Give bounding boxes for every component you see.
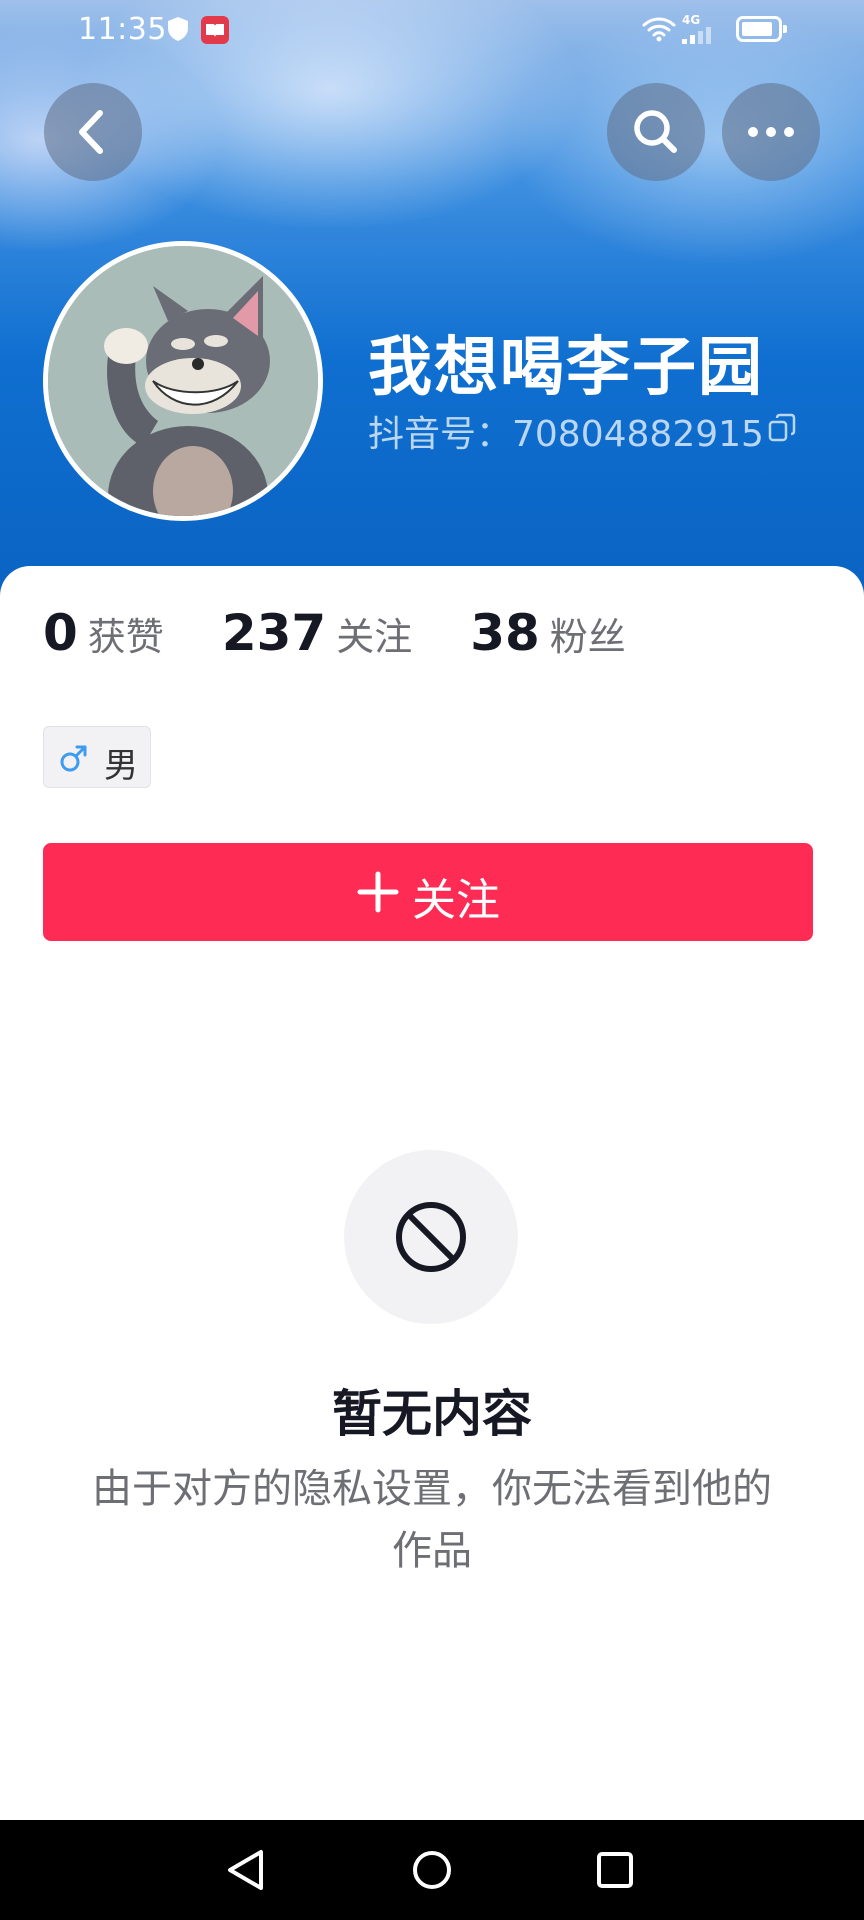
- book-app-icon: [201, 16, 229, 44]
- nav-back-icon[interactable]: [197, 1820, 297, 1920]
- stat-following[interactable]: 237 关注: [222, 604, 412, 662]
- battery-icon: [736, 16, 787, 42]
- more-dots-icon: [748, 127, 794, 137]
- stat-value: 237: [221, 604, 327, 662]
- stat-label: 获赞: [87, 615, 164, 659]
- signal-icon: [682, 27, 711, 44]
- follow-button[interactable]: 关注: [43, 843, 813, 941]
- wifi-icon: [642, 17, 676, 42]
- stats-row: 0 获赞 237 关注 38 粉丝: [43, 604, 684, 674]
- gender-tag: 男: [43, 726, 151, 788]
- plus-icon: [357, 871, 399, 913]
- blocked-icon: [396, 1202, 466, 1272]
- douyin-id: 抖音号：70804882915: [368, 414, 764, 455]
- stat-value: 38: [470, 604, 540, 662]
- chevron-left-icon: [79, 110, 103, 154]
- empty-state-description: 由于对方的隐私设置，你无法看到他的作品: [92, 1466, 772, 1574]
- status-bar: 11:35 4G: [0, 0, 864, 62]
- username: 我想喝李子园: [368, 331, 764, 405]
- stat-likes[interactable]: 0 获赞: [43, 604, 164, 662]
- system-nav-bar: [0, 1820, 864, 1920]
- avatar[interactable]: [43, 241, 323, 521]
- stat-label: 粉丝: [549, 615, 626, 659]
- stat-label: 关注: [336, 615, 413, 659]
- stat-followers[interactable]: 38 粉丝: [470, 604, 626, 662]
- copy-icon[interactable]: [766, 412, 798, 444]
- stat-value: 0: [43, 604, 78, 662]
- search-button[interactable]: [607, 83, 705, 181]
- nav-home-icon[interactable]: [382, 1820, 482, 1920]
- shield-icon: [168, 17, 188, 41]
- gender-label: 男: [104, 746, 138, 786]
- cartoon-cat-avatar: [48, 246, 318, 516]
- nav-recents-icon[interactable]: [565, 1820, 665, 1920]
- search-icon: [634, 110, 677, 153]
- network-type: 4G: [682, 13, 701, 27]
- empty-state-icon-bg: [344, 1150, 518, 1324]
- follow-label: 关注: [412, 875, 500, 926]
- empty-state-title: 暂无内容: [332, 1385, 532, 1443]
- male-icon: [60, 745, 87, 772]
- back-button[interactable]: [44, 83, 142, 181]
- status-time: 11:35: [78, 12, 167, 47]
- more-button[interactable]: [722, 83, 820, 181]
